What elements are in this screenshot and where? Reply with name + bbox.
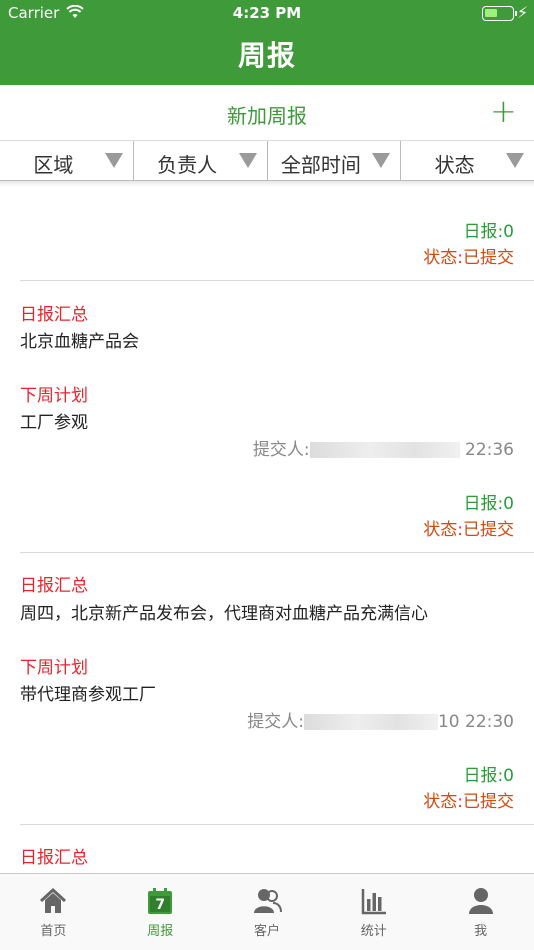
tab-customers-label: 客户 — [253, 924, 280, 939]
plan-text: 带代理商参观工厂 — [20, 685, 156, 705]
nav-header: Carrier 4:23 PM ⚡ 周报 — [0, 0, 534, 85]
filter-bar: 区域 负责人 全部时间 状态 — [0, 141, 534, 181]
filter-time[interactable]: 全部时间 — [268, 141, 402, 181]
add-report-button[interactable]: + — [490, 92, 517, 130]
status-text: 状态:已提交 — [423, 248, 514, 268]
add-report-bar[interactable]: 新加周报 + — [0, 85, 534, 141]
divider — [20, 552, 534, 553]
customers-icon — [252, 886, 282, 916]
tab-bar: 首页 7 周报 客户 统计 我 — [0, 873, 534, 950]
dropdown-triangle-icon — [372, 153, 391, 168]
clock: 4:23 PM — [232, 4, 302, 22]
tab-weekly-label: 周报 — [147, 924, 174, 939]
filter-region[interactable]: 区域 — [0, 141, 134, 181]
submit-time: 22:36 — [465, 440, 514, 460]
filter-status-label: 状态 — [434, 153, 475, 177]
daily-count: 日报:0 — [463, 766, 514, 786]
summary-text: 北京血糖产品会 — [20, 332, 139, 352]
dropdown-triangle-icon — [104, 153, 123, 168]
summary-heading: 日报汇总 — [20, 848, 88, 868]
divider — [20, 824, 534, 825]
tab-weekly[interactable]: 7 周报 — [107, 874, 214, 950]
plan-heading: 下周计划 — [20, 658, 88, 678]
plan-heading: 下周计划 — [20, 386, 88, 406]
profile-icon — [466, 886, 496, 916]
filter-region-label: 区域 — [33, 153, 74, 177]
summary-heading: 日报汇总 — [20, 576, 88, 596]
summary-text: 周四，北京新产品发布会，代理商对血糖产品充满信心 — [20, 604, 428, 624]
page-title: 周报 — [237, 39, 296, 72]
divider — [20, 280, 534, 281]
tab-stats[interactable]: 统计 — [320, 874, 427, 950]
filter-status[interactable]: 状态 — [401, 141, 534, 181]
filter-owner-label: 负责人 — [157, 153, 218, 177]
daily-count: 日报:0 — [463, 222, 514, 242]
status-text: 状态:已提交 — [423, 792, 514, 812]
tab-me[interactable]: 我 — [427, 874, 534, 950]
status-text: 状态:已提交 — [423, 520, 514, 540]
tab-customers[interactable]: 客户 — [214, 874, 321, 950]
filter-time-label: 全部时间 — [280, 153, 361, 177]
dropdown-triangle-icon — [238, 153, 257, 168]
report-list[interactable]: 日报:0 状态:已提交 日报汇总 北京血糖产品会 下周计划 工厂参观 提交人: … — [0, 181, 534, 873]
submitter-label: 提交人: — [252, 440, 310, 460]
home-icon — [38, 886, 68, 916]
tab-home-label: 首页 — [40, 924, 67, 939]
tab-stats-label: 统计 — [360, 924, 387, 939]
submitter-line: 提交人: 22:36 — [253, 435, 514, 460]
calendar-icon: 7 — [145, 886, 175, 916]
filter-owner[interactable]: 负责人 — [134, 141, 268, 181]
summary-heading: 日报汇总 — [20, 305, 88, 325]
submitter-line: 提交人: 10 22:30 — [247, 707, 514, 732]
stats-icon — [359, 886, 389, 916]
redacted-name — [309, 442, 460, 458]
dropdown-triangle-icon — [506, 153, 524, 168]
daily-count: 日报:0 — [463, 494, 514, 514]
add-report-label[interactable]: 新加周报 — [0, 100, 534, 129]
battery-icon — [482, 6, 517, 21]
calendar-badge: 7 — [155, 897, 166, 913]
redacted-name — [303, 714, 438, 730]
status-bar: Carrier 4:23 PM ⚡ — [0, 0, 534, 28]
submitter-label: 提交人: — [247, 712, 304, 732]
tab-me-label: 我 — [474, 924, 488, 939]
charging-icon: ⚡ — [517, 3, 529, 22]
plan-text: 工厂参观 — [20, 413, 88, 433]
tab-home[interactable]: 首页 — [0, 874, 107, 950]
submit-time: 10 22:30 — [437, 712, 514, 732]
